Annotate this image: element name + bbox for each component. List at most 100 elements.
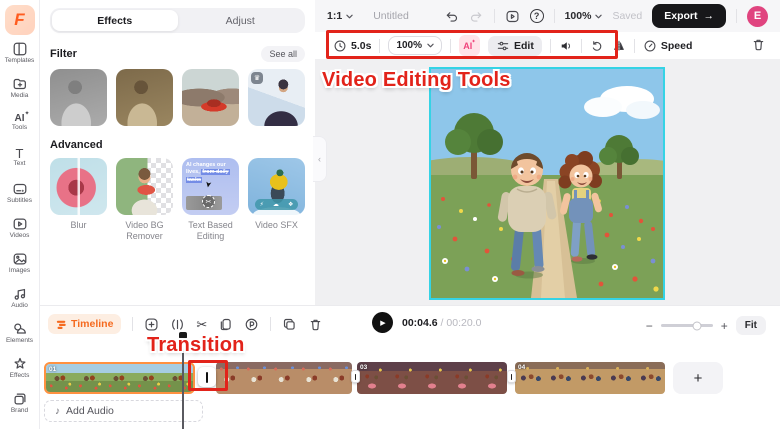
copy-button[interactable] [282,317,297,332]
advanced-item-label: Video SFX [255,220,298,230]
tab-adjust[interactable]: Adjust [178,10,304,31]
text-icon: T [15,146,24,162]
blur-thumb[interactable] [50,158,107,215]
sidebar-item-images[interactable]: Images [0,245,40,280]
advanced-item-bg-remover[interactable]: Video BG Remover [116,158,173,242]
effects-panel: Effects Adjust Filter See all ♛ Advanced… [40,0,315,305]
aspect-ratio-select[interactable]: 1:1 [327,10,353,22]
timeline-mode-button[interactable]: Timeline [48,314,122,334]
advanced-item-blur[interactable]: Blur [50,158,107,231]
filter-title: Filter [50,48,77,60]
tab-effects[interactable]: Effects [52,10,178,31]
rotate-button[interactable] [590,39,604,53]
transition-marker-3[interactable] [507,370,516,383]
volume-button[interactable] [559,39,573,53]
edit-button[interactable]: Edit [488,35,542,56]
filter-thumbnails: ♛ [50,69,305,126]
split-clip-button[interactable] [170,317,185,332]
delete-clip-button[interactable] [751,37,766,52]
divider [580,38,582,53]
sidebar-item-label: Images [8,266,31,274]
filter-thumb-sepia[interactable] [116,69,173,126]
video-editor-app: F Templates Media AI ✦ Tools T Text Subti… [0,0,780,429]
clip-scale-select[interactable]: 100% [388,36,443,55]
play-button[interactable]: ▶ [372,312,393,333]
project-title[interactable]: Untitled [373,10,409,22]
subtitles-icon [13,183,26,194]
app-logo[interactable]: F [4,5,35,35]
scissors-icon: ✂ [202,195,215,208]
sidebar-item-elements[interactable]: Elements [0,315,40,350]
timeline-clip-04[interactable]: 04 [515,362,665,394]
canvas-zoom-select[interactable]: 100% [565,10,603,22]
advanced-item-label: Video BG Remover [125,220,164,241]
filter-thumb-portrait[interactable]: ♛ [248,69,305,126]
zoom-out-button[interactable]: − [646,320,653,332]
sidebar-item-label: Audio [11,301,28,309]
clip-number: 04 [518,364,526,371]
export-button[interactable]: Export → [652,4,726,28]
transition-marker-2[interactable] [351,370,360,383]
transition-bar-icon [354,373,357,380]
playback-controls: ▶ 00:04.6 / 00:20.0 [372,312,481,333]
panel-collapse-button[interactable]: ‹ [313,136,327,182]
undo-button[interactable] [444,9,459,24]
arrow-right-icon: → [703,10,715,22]
audio-icon [14,288,25,300]
advanced-item-text-based-editing[interactable]: AI changes our lives, from daily tasks ✂ ➤… [182,158,239,242]
chevron-down-icon [595,14,603,18]
transition-button[interactable] [198,367,216,387]
text-based-editing-thumb[interactable]: AI changes our lives, from daily tasks ✂ ➤ [182,158,239,215]
filter-thumb-grayscale[interactable] [50,69,107,126]
video-sfx-thumb[interactable]: ⚡ ☁ ❖ [248,158,305,215]
slider-handle[interactable] [692,321,702,330]
selected-video-clip[interactable] [429,67,665,300]
sidebar-item-effects[interactable]: Effects [0,350,40,385]
redo-button[interactable] [469,9,484,24]
transition-bar-icon [206,371,208,383]
picture-in-picture-button[interactable] [244,317,259,332]
divider [450,38,452,53]
timeline-zoom-slider[interactable] [660,321,713,330]
fit-button[interactable]: Fit [735,316,766,335]
sidebar-item-brand[interactable]: Brand [0,385,40,420]
export-label: Export [664,10,698,22]
filter-thumb-car[interactable] [182,69,239,126]
playhead-handle[interactable] [179,332,187,339]
timeline-clip-02[interactable] [216,362,352,394]
sidebar-item-audio[interactable]: Audio [0,280,40,315]
delete-button[interactable] [308,317,323,332]
speed-button[interactable]: Speed [643,39,692,53]
aspect-ratio-value: 1:1 [327,10,343,22]
sidebar-item-text[interactable]: T Text [0,140,40,175]
timeline-button-label: Timeline [71,318,114,330]
add-clip-button[interactable]: + [673,362,723,394]
speed-gauge-icon [644,40,656,51]
preview-button[interactable] [505,9,520,24]
user-avatar[interactable]: E [747,5,768,27]
sidebar-item-videos[interactable]: Videos [0,210,40,245]
timeline-clip-03[interactable]: 03 [357,362,507,394]
duplicate-button[interactable] [218,317,233,332]
help-button[interactable]: ? [529,9,544,23]
sidebar-item-tools[interactable]: AI ✦ Tools [0,105,40,140]
edit-label: Edit [514,39,534,52]
see-all-button[interactable]: See all [261,46,305,62]
chevron-down-icon [346,14,353,18]
timeline-clip-01[interactable]: 01 [44,362,195,394]
images-icon [13,253,26,265]
ai-enhance-button[interactable]: AI ✦ [459,35,481,56]
sidebar-item-templates[interactable]: Templates [0,35,40,70]
add-media-button[interactable] [144,317,159,332]
add-audio-button[interactable]: ♪ Add Audio [44,400,203,422]
zoom-in-button[interactable]: + [721,320,728,332]
sidebar-item-media[interactable]: Media [0,70,40,105]
clip-filmstrip [357,362,507,394]
sidebar-item-subtitles[interactable]: Subtitles [0,175,40,210]
advanced-item-video-sfx[interactable]: ⚡ ☁ ❖ Video SFX [248,158,305,231]
duration-control[interactable]: 5.0s [333,39,371,53]
flip-horizontal-button[interactable] [612,39,626,53]
trim-scissors-button[interactable]: ✂ [196,318,207,331]
bg-remover-thumb[interactable] [116,158,173,215]
clip-scale-value: 100% [396,40,423,51]
